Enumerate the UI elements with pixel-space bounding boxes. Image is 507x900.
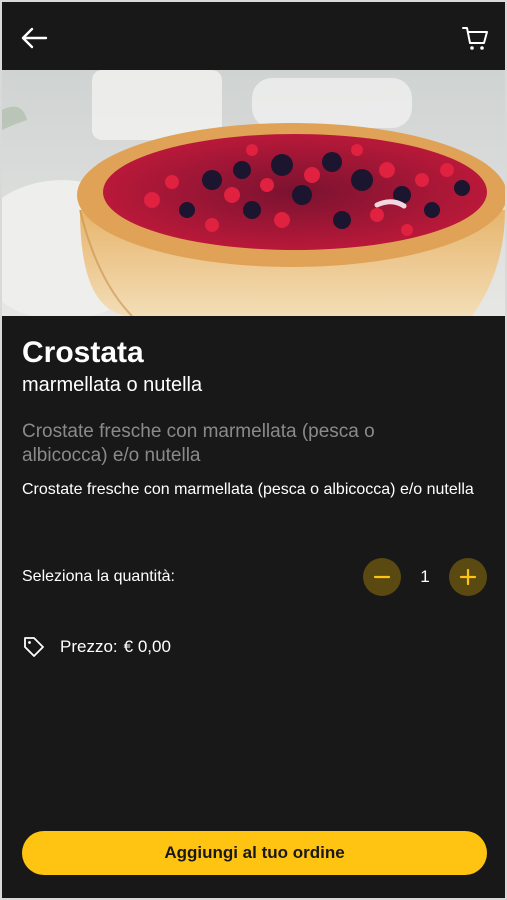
price-label: Prezzo: [60, 637, 118, 656]
back-button[interactable] [16, 20, 52, 56]
minus-icon [373, 575, 391, 579]
quantity-value: 1 [420, 567, 430, 586]
cart-button[interactable] [457, 20, 493, 56]
product-detail-screen: Crostata marmellata o nutella Crostate f… [2, 2, 505, 898]
quantity-stepper: 1 [363, 558, 487, 596]
plus-icon [459, 568, 477, 586]
product-description-preview: Crostate fresche con marmellata (pesca o… [22, 421, 375, 466]
quantity-label: Seleziona la quantità: [22, 568, 175, 585]
tart-image [2, 70, 505, 316]
product-image [2, 70, 505, 316]
product-subtitle: marmellata o nutella [22, 374, 203, 396]
top-bar [2, 2, 505, 70]
product-title: Crostata [22, 336, 144, 369]
price-tag-icon [24, 637, 44, 657]
decrease-quantity-button[interactable] [363, 558, 401, 596]
arrow-left-icon [21, 27, 48, 49]
increase-quantity-button[interactable] [449, 558, 487, 596]
product-description: Crostate fresche con marmellata (pesca o… [22, 481, 474, 498]
shopping-cart-icon [462, 27, 488, 50]
add-to-order-button[interactable]: Aggiungi al tuo ordine [22, 831, 487, 875]
price-value: € 0,00 [123, 637, 171, 656]
price-row: Prezzo: € 0,00 [22, 634, 171, 660]
